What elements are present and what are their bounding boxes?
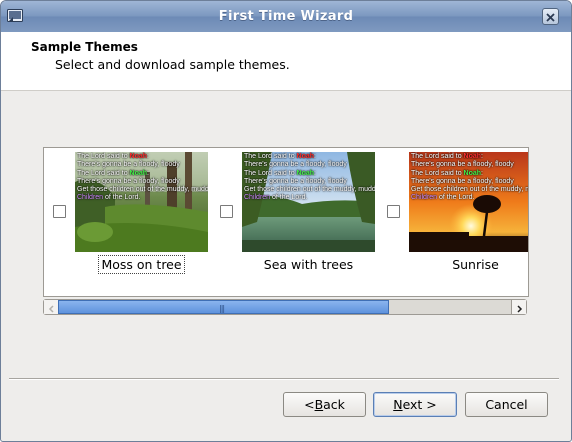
preview-text-run: Noah — [296, 169, 315, 177]
next-button-mnemonic: N — [393, 397, 403, 412]
back-button-mnemonic: B — [314, 397, 324, 412]
preview-text-run: Children — [77, 194, 104, 202]
preview-text-run: The Lord said to — [244, 169, 297, 177]
theme-preview-text: The Lord said to Noah: There's gonna be a… — [244, 153, 375, 203]
preview-text-run: Noah — [129, 153, 148, 160]
theme-name: Sunrise — [452, 257, 499, 272]
preview-text-run: There's gonna be a — [244, 161, 307, 169]
preview-line: There's gonna be a floody, floody — [411, 161, 528, 169]
wizard-window: First Time Wizard Sample Themes Select a… — [0, 0, 572, 442]
preview-text-run: There's gonna be a — [411, 177, 474, 185]
close-button[interactable] — [542, 8, 559, 25]
theme-checkbox[interactable] — [387, 205, 400, 218]
preview-text-run: of the Lord. — [103, 194, 141, 202]
next-button-label: ext > — [402, 397, 437, 412]
preview-text-run: Noah — [296, 153, 315, 160]
theme-thumbnail[interactable]: The Lord said to Noah: There's gonna be a… — [409, 152, 528, 252]
themes-horizontal-scrollbar[interactable]: ||| — [43, 299, 527, 315]
themes-list[interactable]: The Lord said to Noah: There's gonna be a… — [43, 147, 529, 297]
preview-line: There's gonna be a floody, floody — [244, 161, 375, 169]
preview-text-run: There's gonna be a — [77, 161, 140, 169]
theme-checkbox[interactable] — [53, 205, 66, 218]
next-button[interactable]: Next > — [373, 392, 457, 417]
preview-text-run: Children — [244, 194, 271, 202]
preview-line: The Lord said to Noah: — [411, 169, 528, 178]
cancel-button-label: Cancel — [485, 397, 528, 412]
back-button-label: ack — [323, 397, 345, 412]
preview-text-run: The Lord said to — [411, 169, 464, 177]
preview-text-run: : — [314, 153, 316, 160]
grip-icon: ||| — [219, 304, 225, 313]
title-bar[interactable]: First Time Wizard — [1, 1, 571, 33]
preview-text-run: : — [314, 169, 316, 177]
preview-text-run: floody, floody — [139, 161, 180, 169]
preview-text-run: The Lord said to — [77, 153, 130, 160]
back-button[interactable]: < Back — [283, 392, 366, 417]
preview-line: Children of the Lord. — [77, 194, 208, 202]
scroll-thumb[interactable]: ||| — [58, 300, 389, 314]
theme-checkbox[interactable] — [220, 205, 233, 218]
preview-text-run: Noah — [463, 153, 482, 160]
preview-line: The Lord said to Noah: — [244, 170, 375, 178]
preview-text-run: of the Lord. — [270, 194, 308, 202]
preview-text-run: : — [147, 169, 149, 177]
cancel-button[interactable]: Cancel — [465, 392, 548, 417]
preview-line: There's gonna be a floody, floody — [77, 178, 208, 186]
preview-text-run: Noah — [129, 169, 148, 177]
close-icon — [546, 7, 555, 26]
preview-text-run: There's gonna be a — [244, 177, 307, 185]
preview-text-run: floody, floody — [473, 161, 514, 169]
preview-text-run: of the Lord. — [437, 194, 475, 202]
preview-text-run: floody, floody — [473, 177, 514, 185]
preview-line: There's gonna be a floody, floody — [77, 161, 208, 169]
window-title: First Time Wizard — [218, 9, 354, 24]
preview-text-run: Get those children out of the muddy, mud… — [77, 186, 208, 194]
theme-item-sea-with-trees[interactable]: The Lord said to Noah: There's gonna be a… — [211, 148, 377, 296]
back-button-prefix: < — [304, 397, 315, 412]
page-title: Sample Themes — [31, 40, 138, 54]
preview-line: The Lord said to Noah: — [77, 170, 208, 178]
preview-text-run: The Lord said to — [77, 169, 130, 177]
wizard-header: Sample Themes Select and download sample… — [1, 32, 571, 91]
chevron-right-icon — [516, 298, 523, 317]
theme-name: Sea with trees — [263, 257, 354, 272]
preview-text-run: floody, floody — [306, 161, 347, 169]
theme-name: Moss on tree — [98, 255, 185, 274]
preview-text-run: : — [481, 153, 483, 160]
preview-text-run: : — [481, 169, 483, 177]
preview-text-run: floody, floody — [306, 177, 347, 185]
preview-line: There's gonna be a floody, floody — [411, 177, 528, 186]
preview-text-run: The Lord said to — [411, 153, 464, 160]
preview-text-run: Children — [411, 194, 438, 202]
preview-text-run: Noah — [463, 169, 482, 177]
preview-text-run: Get those children out of the muddy, mud… — [411, 186, 528, 194]
theme-thumbnail[interactable]: The Lord said to Noah: There's gonna be a… — [242, 152, 375, 252]
theme-item-sunrise[interactable]: The Lord said to Noah: There's gonna be a… — [378, 148, 528, 296]
scroll-right-button[interactable] — [511, 300, 526, 314]
preview-line: There's gonna be a floody, floody — [244, 178, 375, 186]
preview-text-run: floody, floody — [139, 177, 180, 185]
preview-text-run: There's gonna be a — [77, 177, 140, 185]
preview-text-run: The Lord said to — [244, 153, 297, 160]
preview-line: Children of the Lord. — [244, 194, 375, 202]
theme-item-moss-on-tree[interactable]: The Lord said to Noah: There's gonna be a… — [44, 148, 210, 296]
scroll-left-button[interactable] — [44, 300, 59, 314]
button-separator — [9, 378, 559, 380]
chevron-left-icon — [48, 298, 55, 317]
theme-preview-text: The Lord said to Noah: There's gonna be a… — [411, 153, 528, 203]
preview-text-run: There's gonna be a — [411, 161, 474, 169]
theme-preview-text: The Lord said to Noah: There's gonna be a… — [77, 153, 208, 203]
preview-text-run: Get those children out of the muddy, mud… — [244, 186, 375, 194]
preview-line: Children of the Lord. — [411, 194, 528, 202]
theme-thumbnail[interactable]: The Lord said to Noah: There's gonna be a… — [75, 152, 208, 252]
page-subtitle: Select and download sample themes. — [55, 57, 290, 72]
preview-text-run: : — [147, 153, 149, 160]
